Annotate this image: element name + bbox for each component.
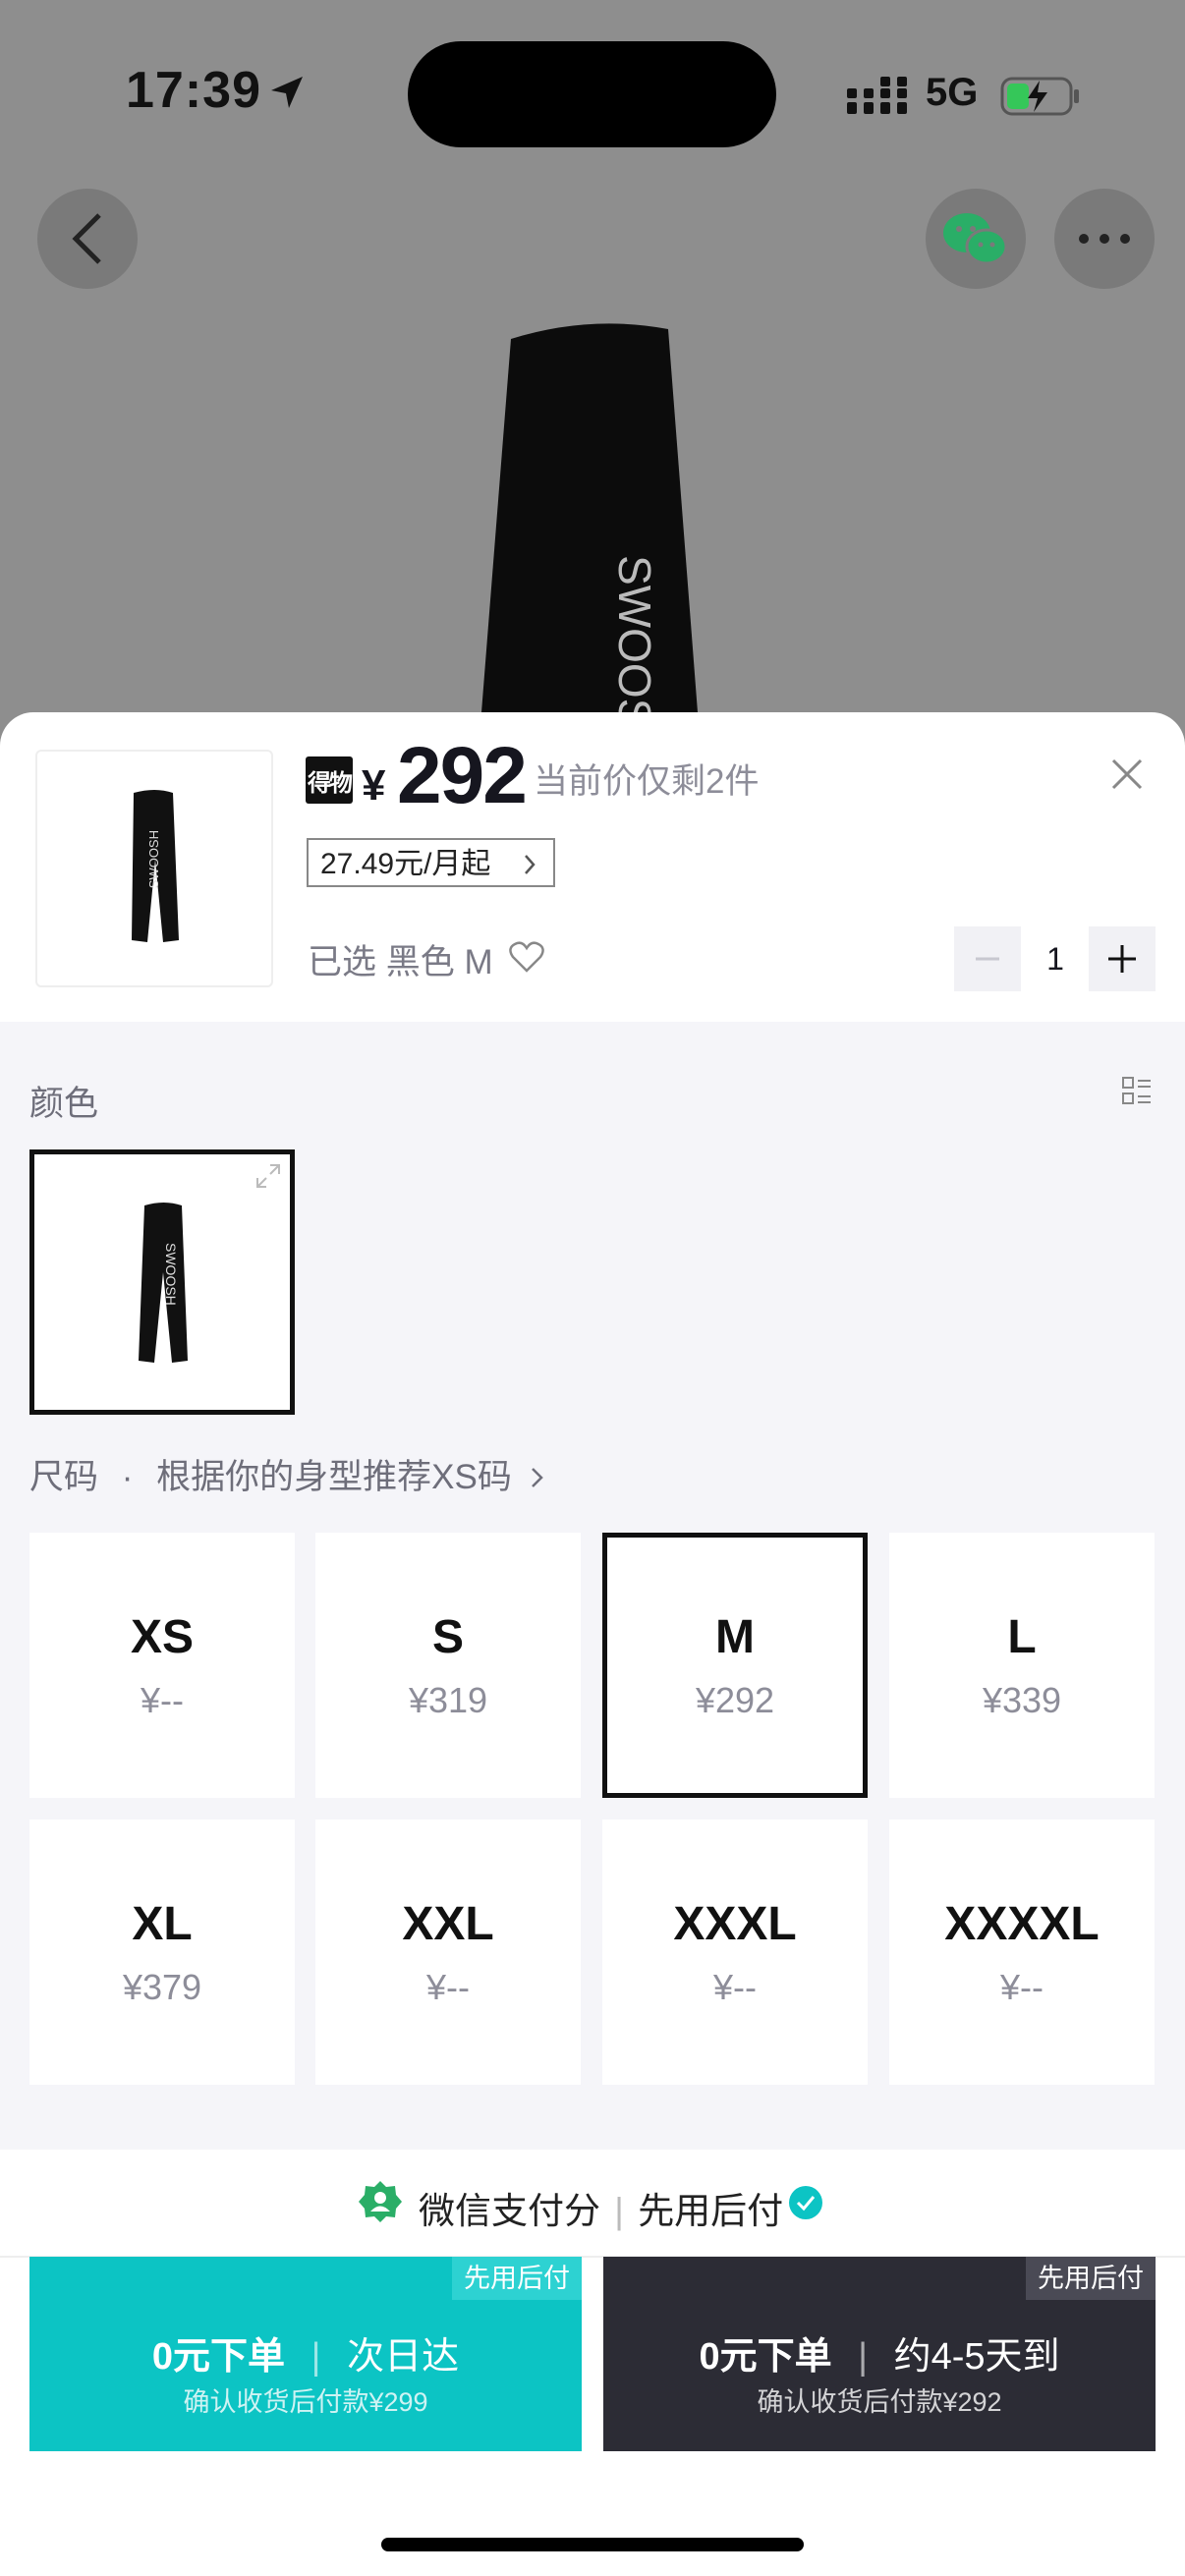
quantity-value[interactable]: 1 (1022, 926, 1089, 991)
size-price: ¥319 (408, 1679, 488, 1720)
size-option-xl[interactable]: XL ¥379 (29, 1820, 295, 2085)
size-price: ¥379 (122, 1966, 202, 2007)
size-name: XXL (402, 1897, 494, 1950)
cellular-signal-icon (847, 77, 907, 114)
installment-button[interactable]: 27.49元/月起 (307, 838, 556, 887)
color-option-black[interactable]: SWOOSH (29, 1149, 295, 1415)
pants-color-image: SWOOSH (139, 1203, 188, 1363)
back-button[interactable] (37, 189, 138, 289)
delivery-label: 约4-5天到 (893, 2336, 1060, 2378)
size-section-label: 尺码 (29, 1458, 99, 1496)
wechat-pay-text: 微信支付分 | 先用后付 (419, 2181, 783, 2234)
favorite-heart-icon[interactable] (509, 940, 544, 974)
status-time: 17:39 (126, 62, 261, 119)
separator: | (310, 2336, 321, 2378)
size-name: XS (130, 1610, 195, 1663)
battery-charging-icon (1000, 77, 1079, 116)
size-name: XXXXL (944, 1897, 1100, 1950)
size-name: XXXL (673, 1897, 797, 1950)
product-image: SWOOSH (481, 323, 698, 712)
size-name: S (431, 1610, 464, 1663)
size-price: ¥-- (713, 1966, 757, 2007)
separator-dot: · (121, 1458, 134, 1496)
pay-later-label: 先用后付 (638, 2191, 784, 2231)
size-option-m[interactable]: M ¥292 (602, 1533, 868, 1798)
currency-symbol: ¥ (362, 761, 386, 810)
chevron-right-icon (531, 1468, 543, 1487)
order-label: 0元下单 (151, 2336, 286, 2378)
selected-value: 黑色 M (385, 943, 493, 981)
home-indicator[interactable] (381, 2538, 804, 2551)
wechat-pay-score-label: 微信支付分 (419, 2191, 600, 2231)
size-name: M (715, 1610, 755, 1663)
wechat-pay-later-bar[interactable]: 微信支付分 | 先用后付 (0, 2150, 1185, 2258)
size-option-s[interactable]: S ¥319 (315, 1533, 581, 1798)
button-main-text: 0元下单 | 约4-5天到 (603, 2325, 1156, 2380)
color-section-label: 颜色 (29, 1085, 99, 1123)
size-option-xxl[interactable]: XXL ¥-- (315, 1820, 581, 2085)
installment-label: 27.49元/月起 (320, 848, 491, 880)
size-name: XL (132, 1897, 193, 1950)
checkmark-circle-icon[interactable] (788, 2185, 823, 2220)
size-option-xs[interactable]: XS ¥-- (29, 1533, 295, 1798)
dynamic-island (408, 41, 776, 147)
pants-thumbnail-image: SWOOSH (132, 790, 179, 942)
size-price: ¥292 (695, 1679, 775, 1720)
buy-standard-button[interactable]: 先用后付 0元下单 | 约4-5天到 确认收货后付款¥292 (603, 2257, 1156, 2451)
chevron-left-icon (72, 213, 101, 264)
button-sub-text: 确认收货后付款¥292 (757, 2387, 1002, 2417)
button-sub-text: 确认收货后付款¥299 (183, 2387, 428, 2417)
button-main-text: 0元下单 | 次日达 (29, 2325, 582, 2380)
size-recommendation: 根据你的身型推荐XS码 (156, 1458, 512, 1496)
svg-text:SWOOSH: SWOOSH (146, 830, 161, 888)
size-name: L (1007, 1610, 1037, 1663)
quantity-increase-button[interactable] (1089, 926, 1156, 991)
product-thumbnail[interactable]: SWOOSH (35, 750, 273, 987)
size-price: ¥339 (982, 1679, 1062, 1720)
selected-summary: 已选 黑色 M (308, 934, 493, 984)
sku-selector-sheet: SWOOSH 得物 ¥ 292 当前价仅剩2件 27.49元/月起 已选 黑色 … (0, 712, 1185, 2576)
order-label: 0元下单 (699, 2336, 832, 2378)
size-price: ¥-- (1000, 1966, 1044, 2007)
chevron-right-icon (525, 855, 536, 874)
size-option-l[interactable]: L ¥339 (889, 1533, 1155, 1798)
minus-icon (976, 957, 999, 961)
pay-later-tag: 先用后付 (452, 2257, 582, 2300)
close-icon[interactable] (1110, 757, 1144, 791)
pay-later-tag: 先用后付 (1026, 2257, 1156, 2300)
network-type: 5G (926, 71, 979, 114)
quantity-decrease-button[interactable] (954, 926, 1021, 991)
size-option-xxxxl[interactable]: XXXXL ¥-- (889, 1820, 1155, 2085)
separator: | (614, 2191, 624, 2231)
wechat-share-button[interactable] (926, 189, 1026, 289)
expand-icon[interactable] (254, 1162, 282, 1190)
more-button[interactable] (1054, 189, 1155, 289)
delivery-label: 次日达 (347, 2336, 460, 2378)
selected-prefix: 已选 (308, 943, 377, 981)
svg-text:SWOOSH: SWOOSH (163, 1243, 179, 1306)
list-view-icon[interactable] (1122, 1077, 1152, 1106)
plus-icon (1108, 945, 1136, 973)
options-panel: 颜色 SWOOSH 尺码 · 根据你的身型推荐XS码 XS ¥-- S ¥319 M… (0, 1022, 1185, 2150)
more-dots-icon (1079, 234, 1130, 244)
wechat-icon (943, 213, 1008, 265)
size-price: ¥-- (426, 1966, 470, 2007)
brand-logo: 得物 (306, 756, 353, 804)
size-option-xxxl[interactable]: XXXL ¥-- (602, 1820, 868, 2085)
stock-note: 当前价仅剩2件 (534, 762, 760, 801)
size-section-header[interactable]: 尺码 · 根据你的身型推荐XS码 (29, 1449, 547, 1499)
buy-next-day-button[interactable]: 先用后付 0元下单 | 次日达 确认收货后付款¥299 (29, 2257, 582, 2451)
svg-text:SWOOSH: SWOOSH (609, 555, 660, 712)
location-arrow-icon (271, 77, 303, 108)
wechat-pay-score-icon (359, 2181, 402, 2222)
price: 292 (397, 731, 528, 820)
separator: | (858, 2336, 869, 2378)
size-price: ¥-- (141, 1679, 184, 1720)
